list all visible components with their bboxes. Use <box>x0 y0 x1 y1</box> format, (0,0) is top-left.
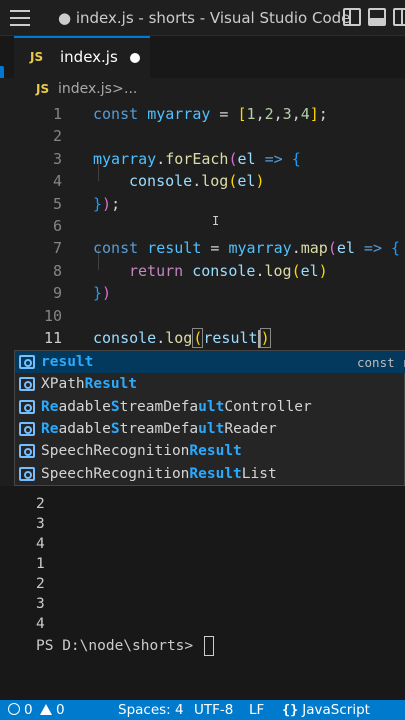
suggestion-item[interactable]: result const r <box>15 351 405 373</box>
terminal-output-line: 3 <box>36 516 45 532</box>
warning-icon <box>40 704 52 715</box>
variable-icon <box>19 355 35 369</box>
encoding-setting[interactable]: UTF-8 <box>194 702 233 718</box>
breadcrumb: JS index.js > ... <box>0 78 405 102</box>
status-bar: 0 0 Spaces: 4 UTF-8 LF {} JavaScript <box>0 700 405 720</box>
line-number: 10 <box>43 307 62 325</box>
error-icon <box>8 703 20 715</box>
code-line: 10 <box>0 305 405 327</box>
line-number: 2 <box>52 127 62 145</box>
breadcrumb-separator: > <box>112 81 124 97</box>
code-line: 5 }); <box>0 193 405 215</box>
code-text: myarray.forEach(el => { <box>93 150 301 168</box>
line-number: 9 <box>52 284 62 302</box>
toggle-panel-icon[interactable] <box>368 8 386 26</box>
terminal-output-line: 2 <box>36 496 45 512</box>
tab-index-js[interactable]: JS index.js <box>14 36 150 78</box>
breadcrumb-symbols[interactable]: ... <box>124 81 137 97</box>
code-line: 1 const myarray = [1,2,3,4]; <box>0 103 405 125</box>
line-number: 1 <box>52 105 62 123</box>
warnings-indicator[interactable]: 0 <box>40 702 65 718</box>
language-mode[interactable]: {} JavaScript <box>282 702 370 718</box>
code-text: console.log(result) <box>93 328 271 348</box>
variable-icon <box>19 422 35 436</box>
variable-icon <box>19 444 35 458</box>
code-text: return console.log(el) <box>129 262 328 280</box>
unsaved-dot-icon[interactable] <box>130 53 140 63</box>
terminal-prompt-line[interactable]: PS D:\node\shorts> <box>36 636 214 656</box>
title-bar: ● index.js - shorts - Visual Studio Code <box>0 0 405 36</box>
terminal-prompt: PS D:\node\shorts> <box>36 638 202 654</box>
braces-icon: {} <box>282 702 299 718</box>
editor-tab-bar: JS index.js <box>0 36 405 78</box>
eol-setting[interactable]: LF <box>249 702 264 718</box>
terminal-panel[interactable]: 2 3 4 1 2 3 4 PS D:\node\shorts> <box>0 486 405 700</box>
indentation-setting[interactable]: Spaces: 4 <box>118 702 184 718</box>
code-text: console.log(el) <box>129 172 265 190</box>
code-line: 6 <box>0 215 405 237</box>
terminal-output-line: 4 <box>36 616 45 632</box>
code-line: 8 return console.log(el) <box>0 260 405 282</box>
toggle-primary-sidebar-icon[interactable] <box>343 8 361 26</box>
suggestion-widget: result const r XPathResult ReadableStrea… <box>14 350 405 486</box>
line-number: 4 <box>52 172 62 190</box>
window-title: ● index.js - shorts - Visual Studio Code <box>58 9 351 27</box>
code-line: 9 }) <box>0 282 405 304</box>
code-text: const myarray = [1,2,3,4]; <box>93 105 328 123</box>
line-number: 8 <box>52 262 62 280</box>
tab-label: index.js <box>60 48 118 66</box>
line-number: 3 <box>52 150 62 168</box>
terminal-output-line: 2 <box>36 576 45 592</box>
suggestion-item[interactable]: XPathResult <box>15 373 405 395</box>
code-editor[interactable]: 1 const myarray = [1,2,3,4]; 2 3 myarray… <box>0 102 405 350</box>
javascript-file-icon: JS <box>30 50 44 64</box>
javascript-file-icon: JS <box>36 82 50 96</box>
suggestion-item[interactable]: SpeechRecognitionResultList <box>15 463 405 485</box>
problems-indicator[interactable]: 0 <box>8 702 33 718</box>
suggestion-item[interactable]: ReadableStreamDefaultController <box>15 396 405 418</box>
toggle-secondary-sidebar-icon[interactable] <box>393 8 405 26</box>
terminal-output-line: 4 <box>36 536 45 552</box>
code-line: 3 myarray.forEach(el => { <box>0 148 405 170</box>
terminal-output-line: 3 <box>36 596 45 612</box>
suggestion-detail: const r <box>357 355 405 370</box>
menu-icon[interactable] <box>10 10 30 26</box>
code-line-active: 11 console.log(result) <box>0 327 405 349</box>
code-line: 2 <box>0 125 405 147</box>
variable-icon <box>19 400 35 414</box>
suggestion-item[interactable]: SpeechRecognitionResult <box>15 440 405 462</box>
suggestion-item[interactable]: ReadableStreamDefaultReader <box>15 418 405 440</box>
code-line: 4 console.log(el) <box>0 170 405 192</box>
code-text: }) <box>93 284 112 302</box>
line-number: 5 <box>52 195 62 213</box>
breadcrumb-file[interactable]: index.js <box>58 81 112 97</box>
line-number: 6 <box>52 217 62 235</box>
terminal-cursor <box>203 636 214 656</box>
code-line: 7 const result = myarray.map(el => { <box>0 237 405 259</box>
terminal-output-line: 1 <box>36 556 45 572</box>
line-number: 7 <box>52 239 62 257</box>
variable-icon <box>19 377 35 391</box>
variable-icon <box>19 467 35 481</box>
code-text: const result = myarray.map(el => { <box>93 239 401 257</box>
line-number: 11 <box>43 329 62 347</box>
code-text: }); <box>93 195 121 213</box>
